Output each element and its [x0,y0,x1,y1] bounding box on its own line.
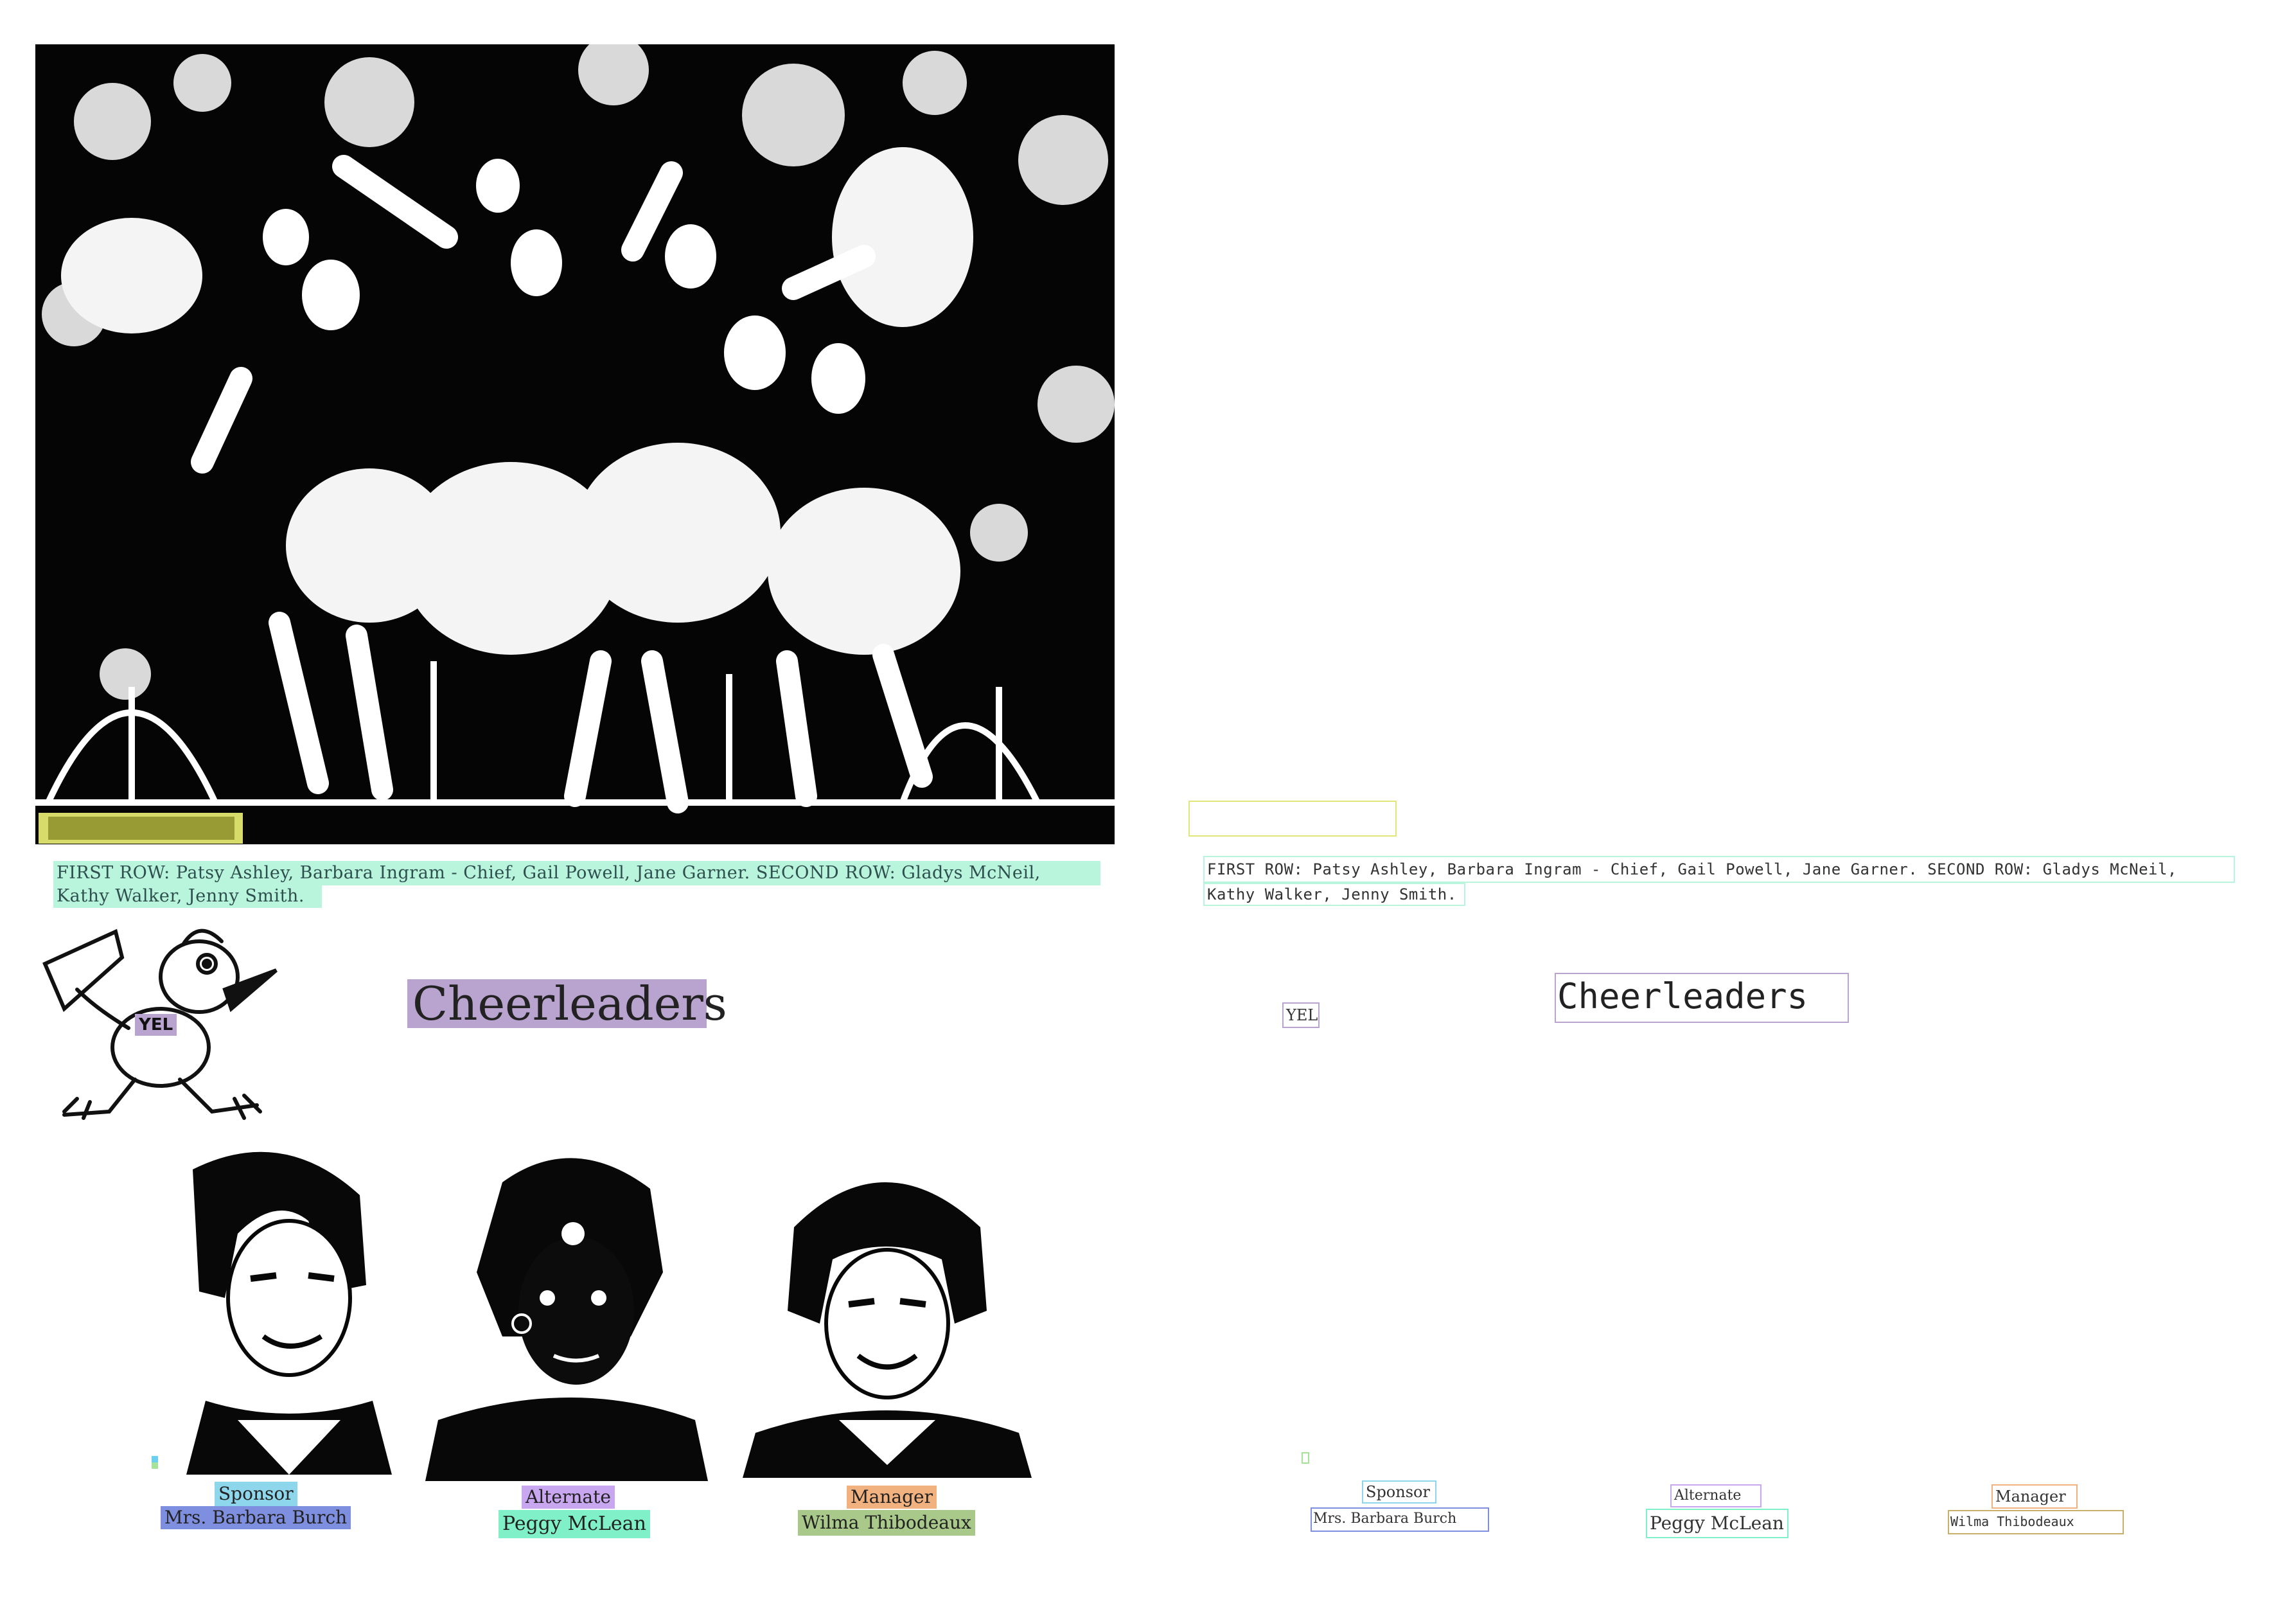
small-marker-box [1302,1452,1309,1464]
cheerleaders-group-photo [35,44,1115,844]
portrait-manager [743,1144,1032,1478]
alternate-name-box: Peggy McLean [1646,1509,1788,1538]
group-photo-illustration [35,44,1115,844]
sponsor-role-box: Sponsor [1362,1480,1436,1504]
portrait-alternate [425,1144,711,1481]
alternate-role-box: Alternate [1670,1484,1762,1507]
portrait-alternate-image [425,1158,708,1481]
photo-region-box [1188,801,1397,837]
sponsor-role-label: Sponsor [215,1482,297,1506]
mascot-shirt-text: YEL [135,1014,177,1036]
portrait-sponsor-image [186,1151,392,1475]
alternate-role-label: Alternate [522,1486,615,1509]
portrait-manager-image [743,1182,1032,1478]
small-marker [152,1456,158,1469]
manager-role-box: Manager [1991,1484,2078,1509]
mascot-bird-illustration: YEL [39,919,283,1124]
sponsor-name-label: Mrs. Barbara Burch [161,1506,351,1529]
caption-line-1: FIRST ROW: Patsy Ashley, Barbara Ingram … [53,861,1100,885]
caption-line-1-text: FIRST ROW: Patsy Ashley, Barbara Ingram … [1203,856,2235,883]
mascot-shirt-text-box: YEL [1282,1002,1320,1028]
manager-name-box: Wilma Thibodeaux [1948,1510,2124,1534]
portrait-sponsor [180,1144,395,1475]
page-title-box: Cheerleaders [1555,973,1849,1023]
caption-line-2-text: Kathy Walker, Jenny Smith. [1203,883,1465,906]
manager-name-label: Wilma Thibodeaux [798,1510,975,1536]
alternate-name-label: Peggy McLean [499,1510,650,1538]
sponsor-name-box: Mrs. Barbara Burch [1311,1507,1489,1532]
caption-line-2: Kathy Walker, Jenny Smith. [53,885,322,908]
manager-role-label: Manager [847,1486,937,1509]
page-title: Cheerleaders [407,979,727,1028]
